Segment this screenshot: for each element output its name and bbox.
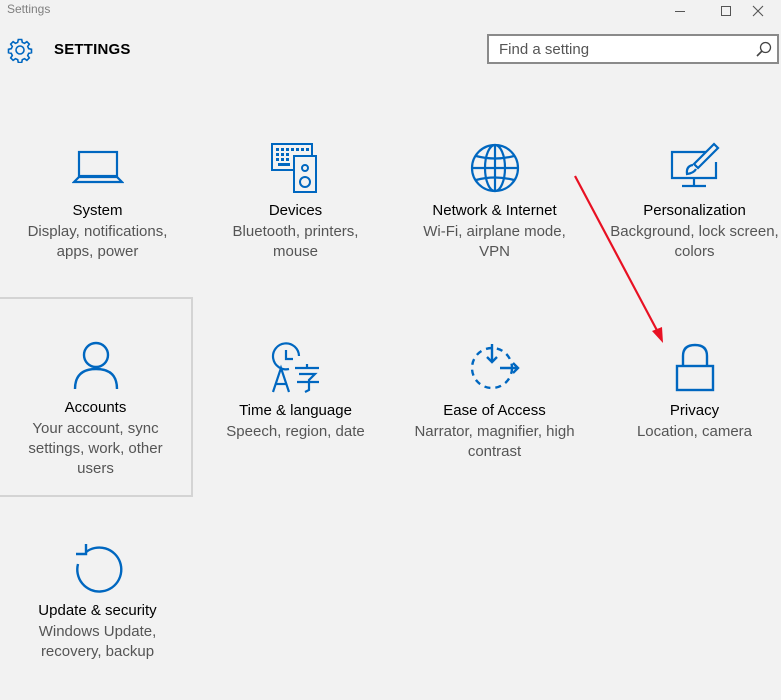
tile-title: System (72, 202, 123, 219)
tile-devices[interactable]: Devices Bluetooth, printers, mouse (198, 100, 393, 300)
tile-title: Privacy (669, 402, 720, 419)
person-icon (73, 341, 118, 390)
keyboard-speaker-icon (270, 143, 317, 193)
tile-description: Speech, region, date (226, 423, 365, 440)
tile-title: Ease of Access (443, 402, 546, 419)
tile-title: Time & language (239, 402, 352, 419)
close-icon (752, 5, 764, 17)
tile-accounts[interactable]: Accounts Your account, sync settings, wo… (0, 297, 193, 497)
tile-title: Accounts (64, 399, 127, 416)
tile-update-security[interactable]: Update & security Windows Update, recove… (0, 500, 195, 700)
close-button[interactable] (735, 0, 781, 22)
tile-description: Bluetooth, printers, mouse (232, 223, 359, 260)
globe-icon (470, 143, 519, 193)
tile-description: Narrator, magnifier, high contrast (414, 423, 575, 460)
tile-title: Update & security (38, 602, 157, 619)
title-bar: Settings (0, 0, 781, 22)
maximize-icon (721, 6, 731, 16)
minimize-icon (675, 11, 685, 12)
tile-personalization[interactable]: Personalization Background, lock screen,… (597, 100, 781, 300)
tile-description: Windows Update, recovery, backup (38, 623, 157, 660)
tile-time-language[interactable]: Time & language Speech, region, date (198, 300, 393, 500)
clock-language-icon (271, 342, 319, 393)
tile-description: Background, lock screen, colors (610, 223, 779, 260)
search-input[interactable] (489, 36, 749, 62)
tile-ease-of-access[interactable]: Ease of Access Narrator, magnifier, high… (397, 300, 592, 500)
minimize-button[interactable] (657, 0, 703, 22)
laptop-icon (71, 150, 124, 184)
tile-description: Your account, sync settings, work, other… (28, 420, 163, 477)
tile-system[interactable]: System Display, notifications, apps, pow… (0, 100, 195, 300)
settings-header: SETTINGS (0, 30, 781, 70)
tile-description: Wi-Fi, airplane mode, VPN (423, 223, 566, 260)
tile-network-internet[interactable]: Network & Internet Wi-Fi, airplane mode,… (397, 100, 592, 300)
search-icon[interactable] (755, 40, 773, 58)
lock-icon (675, 343, 714, 392)
tile-title: Personalization (643, 202, 746, 219)
tile-description: Location, camera (636, 423, 753, 440)
tile-description: Display, notifications, apps, power (27, 223, 168, 260)
paint-monitor-icon (670, 142, 720, 188)
tile-title: Network & Internet (432, 202, 557, 219)
gear-icon (7, 38, 33, 63)
refresh-icon (75, 544, 122, 593)
page-title: SETTINGS (54, 41, 131, 58)
tile-privacy[interactable]: Privacy Location, camera (597, 300, 781, 500)
tile-title: Devices (268, 202, 323, 219)
window-title: Settings (7, 2, 51, 16)
search-box[interactable] (487, 34, 779, 64)
ease-of-access-icon (470, 344, 520, 390)
